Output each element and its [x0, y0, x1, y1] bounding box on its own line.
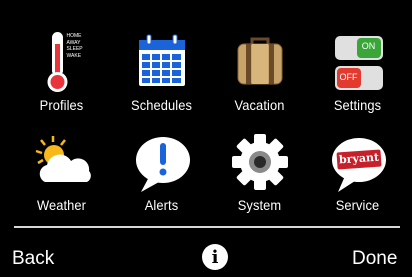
mode-home-text: HOME — [66, 33, 82, 39]
info-icon: i — [211, 246, 219, 268]
profiles-tile[interactable]: HOME AWAY SLEEP WAKE Profiles — [10, 28, 113, 128]
main-menu-screen: HOME AWAY SLEEP WAKE Profiles Schedules … — [0, 0, 412, 277]
schedules-tile[interactable]: Schedules — [110, 28, 213, 128]
bryant-logo-bubble-icon: bryant — [323, 130, 393, 200]
alerts-label: Alerts — [144, 197, 179, 213]
system-tile[interactable]: System — [208, 128, 311, 228]
info-button[interactable]: i — [202, 244, 228, 270]
profiles-label: Profiles — [39, 97, 84, 113]
sun-cloud-icon — [27, 130, 97, 200]
suitcase-icon — [225, 30, 295, 100]
thermometer-icon: HOME AWAY SLEEP WAKE — [27, 30, 97, 100]
settings-tile[interactable]: ON OFF Settings — [306, 28, 409, 128]
vacation-tile[interactable]: Vacation — [208, 28, 311, 128]
back-button[interactable]: Back — [12, 248, 54, 270]
toggle-off-text: OFF — [339, 72, 358, 82]
vacation-label: Vacation — [234, 97, 285, 113]
schedules-label: Schedules — [131, 97, 192, 113]
service-tile[interactable]: bryant Service — [306, 128, 409, 228]
calendar-icon — [127, 30, 197, 100]
divider-line — [14, 226, 400, 228]
system-label: System — [237, 197, 282, 213]
gear-icon — [225, 130, 295, 200]
service-label: Service — [335, 197, 380, 213]
weather-tile[interactable]: Weather — [10, 128, 113, 228]
toggle-switches-icon: ON OFF — [323, 30, 393, 100]
alerts-tile[interactable]: Alerts — [110, 128, 213, 228]
settings-label: Settings — [333, 97, 382, 113]
toggle-on-text: ON — [361, 41, 376, 51]
mode-sleep-text: SLEEP — [66, 46, 83, 52]
mode-wake-text: WAKE — [66, 52, 82, 59]
profile-modes-list: HOME AWAY SLEEP WAKE — [67, 33, 83, 59]
exclamation-bubble-icon — [127, 130, 197, 200]
weather-label: Weather — [36, 197, 87, 213]
done-button[interactable]: Done — [352, 248, 397, 270]
